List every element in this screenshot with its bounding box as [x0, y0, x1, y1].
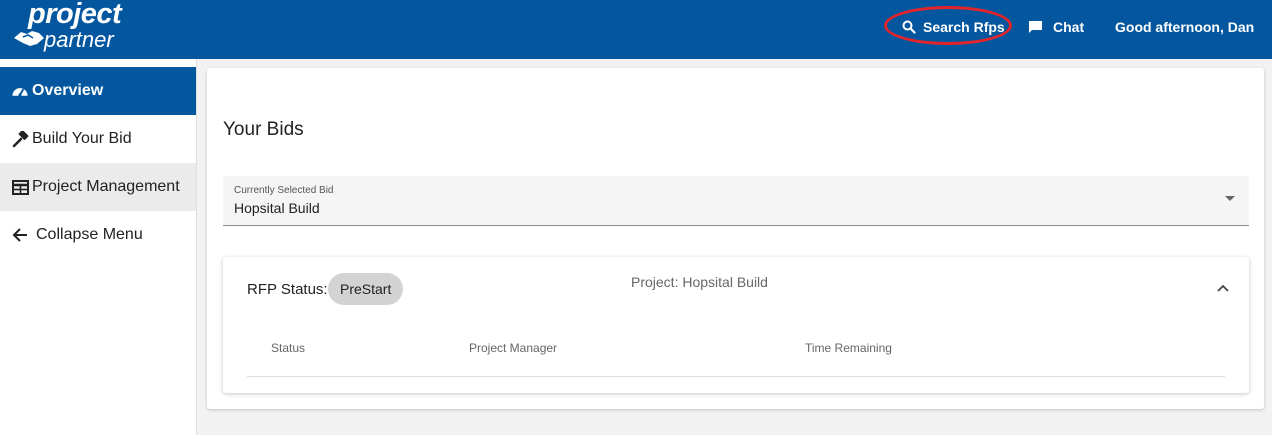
user-greeting[interactable]: Good afternoon, Dan	[1115, 17, 1254, 37]
handshake-icon	[14, 31, 44, 46]
project-name: Project: Hopsital Build	[631, 274, 768, 290]
search-icon	[902, 20, 916, 34]
table-divider	[247, 376, 1225, 377]
column-header-project-manager: Project Manager	[469, 341, 558, 355]
logo-word-partner: partner	[44, 27, 114, 52]
greeting-text: Good afternoon, Dan	[1115, 19, 1255, 35]
rfp-status-label: RFP Status:	[247, 281, 328, 298]
column-header-status: Status	[271, 341, 306, 355]
status-badge: PreStart	[328, 273, 404, 305]
project-partner-logo[interactable]: project partner	[12, 0, 132, 58]
table-icon	[11, 178, 29, 196]
bid-select-value: Hopsital Build	[234, 200, 320, 216]
chat-link[interactable]: Chat	[1028, 17, 1084, 37]
sidebar-item-label: Build Your Bid	[32, 130, 132, 147]
sidebar-item-label: Collapse Menu	[36, 226, 143, 243]
sidebar: Overview Build Your Bid Project Manageme…	[0, 59, 197, 435]
collapse-card-button[interactable]	[1213, 278, 1233, 298]
chat-label: Chat	[1053, 19, 1085, 35]
arrow-left-icon	[11, 226, 29, 244]
dropdown-caret-icon	[1225, 196, 1235, 201]
dashboard-icon	[11, 82, 29, 100]
top-bar: project partner Search Rfps Chat Good af…	[0, 0, 1272, 59]
column-header-time-remaining: Time Remaining	[805, 341, 892, 355]
page-title: Your Bids	[223, 119, 304, 140]
sidebar-item-label: Overview	[32, 82, 104, 99]
hammer-icon	[11, 130, 29, 148]
bid-details-card: RFP Status: PreStart Project: Hopsital B…	[223, 257, 1249, 393]
chevron-up-icon	[1217, 284, 1229, 292]
sidebar-item-collapse-menu[interactable]: Collapse Menu	[0, 211, 196, 259]
search-rfps-link[interactable]: Search Rfps	[902, 17, 1005, 37]
sidebar-item-label: Project Management	[32, 178, 180, 195]
bid-select-label: Currently Selected Bid	[234, 185, 334, 196]
chat-icon	[1029, 21, 1042, 33]
bid-select[interactable]: Currently Selected Bid Hopsital Build	[223, 176, 1249, 226]
sidebar-item-overview[interactable]: Overview	[0, 67, 196, 115]
search-rfps-label: Search Rfps	[923, 19, 1005, 35]
sidebar-item-project-management[interactable]: Project Management	[0, 163, 196, 211]
sidebar-item-build-your-bid[interactable]: Build Your Bid	[0, 115, 196, 163]
